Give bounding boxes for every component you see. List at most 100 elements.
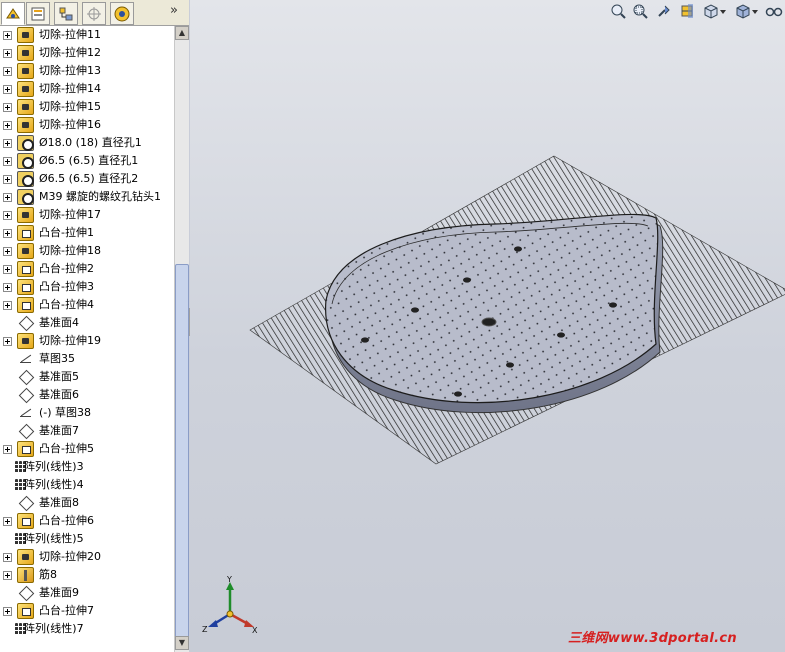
expand-icon[interactable] bbox=[3, 265, 12, 274]
feature-tree-item[interactable]: Ø6.5 (6.5) 直径孔1 bbox=[0, 152, 174, 170]
feature-tree-item[interactable]: 凸台-拉伸4 bbox=[0, 296, 174, 314]
property-manager-tab[interactable] bbox=[26, 2, 50, 25]
feature-tree-item[interactable]: 基准面9 bbox=[0, 584, 174, 602]
feature-tree-item[interactable]: 切除-拉伸12 bbox=[0, 44, 174, 62]
feature-tree-item[interactable]: 基准面4 bbox=[0, 314, 174, 332]
expand-icon[interactable] bbox=[3, 571, 12, 580]
expand-icon[interactable] bbox=[3, 139, 12, 148]
expand-icon[interactable] bbox=[3, 211, 12, 220]
feature-tree-item[interactable]: 基准面7 bbox=[0, 422, 174, 440]
feature-tree-item[interactable]: 切除-拉伸19 bbox=[0, 332, 174, 350]
feature-tree-item-label: 切除-拉伸19 bbox=[39, 334, 101, 347]
feature-tree-item-label: 阵列(线性)3 bbox=[24, 460, 84, 473]
feature-tree-item[interactable]: 筋8 bbox=[0, 566, 174, 584]
feature-tree-item-label: 草图35 bbox=[39, 352, 75, 365]
feature-tree-item[interactable]: M39 螺旋的螺纹孔钻头1 bbox=[0, 188, 174, 206]
scroll-up-icon[interactable]: ▲ bbox=[175, 26, 189, 40]
expand-icon[interactable] bbox=[3, 553, 12, 562]
section-view-icon[interactable] bbox=[677, 1, 697, 21]
expand-icon[interactable] bbox=[3, 49, 12, 58]
display-manager-icon bbox=[114, 6, 130, 21]
feature-tree-item-label: 凸台-拉伸4 bbox=[39, 298, 94, 311]
feature-tree-item[interactable]: 凸台-拉伸6 bbox=[0, 512, 174, 530]
feature-tree-item[interactable]: Ø18.0 (18) 直径孔1 bbox=[0, 134, 174, 152]
feature-tree-item[interactable]: 切除-拉伸20 bbox=[0, 548, 174, 566]
3d-model-view[interactable] bbox=[190, 0, 785, 652]
expand-icon[interactable] bbox=[3, 247, 12, 256]
expand-icon[interactable] bbox=[3, 157, 12, 166]
feature-tree-item-label: 切除-拉伸12 bbox=[39, 46, 101, 59]
cut-extrude-icon bbox=[17, 45, 34, 61]
feature-tree-item-label: 凸台-拉伸2 bbox=[39, 262, 94, 275]
feature-tree-item-label: 基准面8 bbox=[39, 496, 79, 509]
feature-tree-item-label: 凸台-拉伸6 bbox=[39, 514, 94, 527]
expand-icon[interactable] bbox=[3, 283, 12, 292]
feature-tree-item[interactable]: 切除-拉伸14 bbox=[0, 80, 174, 98]
expand-icon[interactable] bbox=[3, 229, 12, 238]
feature-tree-item[interactable]: Ø6.5 (6.5) 直径孔2 bbox=[0, 170, 174, 188]
feature-tree-item-label: 切除-拉伸16 bbox=[39, 118, 101, 131]
cut-extrude-icon bbox=[17, 243, 34, 259]
feature-tree-item[interactable]: 阵列(线性)7 bbox=[0, 620, 174, 638]
expand-icon[interactable] bbox=[3, 193, 12, 202]
cut-extrude-icon bbox=[17, 207, 34, 223]
feature-tree-item[interactable]: 凸台-拉伸7 bbox=[0, 602, 174, 620]
previous-view-icon[interactable] bbox=[654, 1, 674, 21]
expand-icon[interactable] bbox=[3, 175, 12, 184]
expand-icon[interactable] bbox=[3, 445, 12, 454]
feature-tree-item-label: 切除-拉伸13 bbox=[39, 64, 101, 77]
feature-tree-item[interactable]: 草图35 bbox=[0, 350, 174, 368]
feature-tree-item-label: 基准面5 bbox=[39, 370, 79, 383]
feature-tree-item[interactable]: 凸台-拉伸5 bbox=[0, 440, 174, 458]
expand-icon[interactable] bbox=[3, 103, 12, 112]
feature-tree-item[interactable]: 凸台-拉伸3 bbox=[0, 278, 174, 296]
view-orientation-icon[interactable] bbox=[702, 1, 728, 21]
feature-tree-item[interactable]: 切除-拉伸11 bbox=[0, 26, 174, 44]
expand-icon[interactable] bbox=[3, 517, 12, 526]
cut-extrude-icon bbox=[17, 27, 34, 43]
configuration-manager-tab[interactable] bbox=[54, 2, 78, 25]
tree-scrollbar[interactable]: ▲ ▼ bbox=[174, 26, 189, 652]
dimxpert-tab[interactable] bbox=[82, 2, 106, 25]
feature-tree-item[interactable]: 基准面6 bbox=[0, 386, 174, 404]
feature-tree-item[interactable]: (-) 草图38 bbox=[0, 404, 174, 422]
graphics-viewport[interactable]: Y X Z 三维网www.3dportal.cn bbox=[190, 0, 785, 652]
scroll-down-icon[interactable]: ▼ bbox=[175, 636, 189, 650]
feature-tree-item-label: 基准面7 bbox=[39, 424, 79, 437]
expand-icon[interactable] bbox=[3, 337, 12, 346]
feature-tree-item[interactable]: 基准面5 bbox=[0, 368, 174, 386]
zoom-to-fit-icon[interactable] bbox=[608, 1, 628, 21]
feature-tree-item[interactable]: 阵列(线性)4 bbox=[0, 476, 174, 494]
hide-show-items-icon[interactable] bbox=[764, 1, 784, 21]
expand-icon[interactable] bbox=[3, 31, 12, 40]
feature-tree-item[interactable]: 凸台-拉伸2 bbox=[0, 260, 174, 278]
display-style-icon[interactable] bbox=[734, 1, 760, 21]
expand-icon[interactable] bbox=[3, 121, 12, 130]
feature-manager-tab[interactable] bbox=[1, 2, 25, 25]
feature-tree: 切除-拉伸11 切除-拉伸12 切除-拉伸13 切除-拉伸14 切除-拉伸15 切除-拉伸… bbox=[0, 26, 174, 652]
feature-tree-item-label: 切除-拉伸17 bbox=[39, 208, 101, 221]
scrollbar-thumb[interactable] bbox=[175, 264, 189, 638]
feature-tree-item-label: 筋8 bbox=[39, 568, 57, 581]
feature-tree-item[interactable]: 基准面8 bbox=[0, 494, 174, 512]
feature-tree-item-label: 切除-拉伸15 bbox=[39, 100, 101, 113]
feature-tree-item[interactable]: 切除-拉伸17 bbox=[0, 206, 174, 224]
feature-tree-item[interactable]: 切除-拉伸13 bbox=[0, 62, 174, 80]
expand-icon[interactable] bbox=[3, 607, 12, 616]
feature-tree-item[interactable]: 阵列(线性)3 bbox=[0, 458, 174, 476]
zoom-to-area-icon[interactable] bbox=[630, 1, 650, 21]
feature-tree-item[interactable]: 阵列(线性)5 bbox=[0, 530, 174, 548]
expand-icon[interactable] bbox=[3, 85, 12, 94]
feature-tree-item[interactable]: 凸台-拉伸1 bbox=[0, 224, 174, 242]
expand-icon[interactable] bbox=[3, 301, 12, 310]
feature-tree-item-label: (-) 草图38 bbox=[39, 406, 92, 419]
display-manager-tab[interactable] bbox=[110, 2, 134, 25]
expand-icon[interactable] bbox=[3, 67, 12, 76]
feature-tree-item[interactable]: 切除-拉伸18 bbox=[0, 242, 174, 260]
feature-tree-item[interactable]: 切除-拉伸15 bbox=[0, 98, 174, 116]
more-tabs-button[interactable]: » bbox=[170, 3, 178, 18]
triad-x-label: X bbox=[252, 626, 258, 634]
plane-icon bbox=[17, 369, 34, 385]
feature-tree-item[interactable]: 切除-拉伸16 bbox=[0, 116, 174, 134]
feature-tree-item-label: 凸台-拉伸1 bbox=[39, 226, 94, 239]
